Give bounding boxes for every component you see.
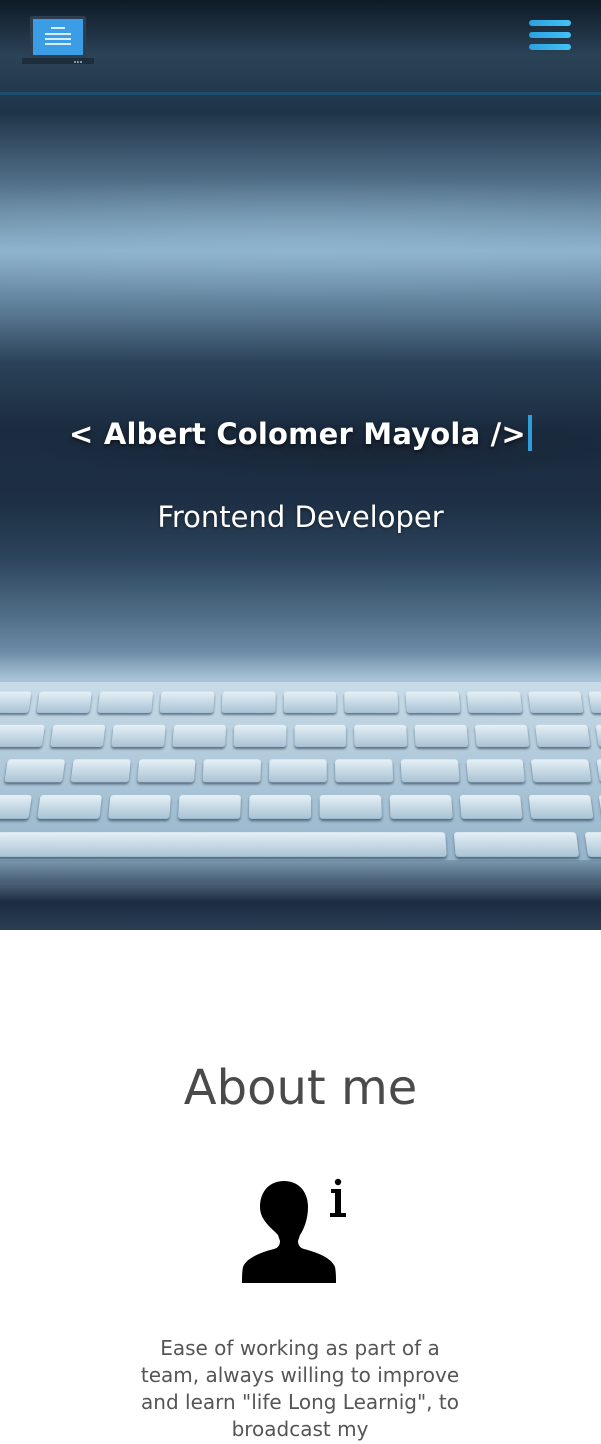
typing-caret <box>527 415 532 452</box>
keyboard-row <box>0 691 601 713</box>
keyboard-image <box>0 682 601 883</box>
about-heading: About me <box>183 1060 418 1116</box>
hero-background <box>0 0 601 700</box>
site-header <box>0 0 601 95</box>
user-info-icon <box>238 1175 350 1287</box>
about-description: Ease of working as part of a team, alway… <box>140 1336 460 1441</box>
about-section: About me Ease of working as part of a te… <box>0 930 601 1444</box>
hero-title: < Albert Colomer Mayola /> <box>0 415 601 452</box>
laptop-icon[interactable] <box>22 14 94 66</box>
keyboard-row <box>0 832 601 857</box>
hamburger-menu-icon[interactable] <box>526 17 574 53</box>
hero-title-text: < Albert Colomer Mayola /> <box>69 417 526 452</box>
keyboard-row <box>0 759 601 783</box>
hero-bottom-shade <box>0 860 601 930</box>
keyboard-row <box>0 795 601 819</box>
keyboard-row <box>0 724 601 747</box>
hero-subtitle: Frontend Developer <box>157 500 444 534</box>
hero-section: < Albert Colomer Mayola /> Frontend Deve… <box>0 0 601 930</box>
